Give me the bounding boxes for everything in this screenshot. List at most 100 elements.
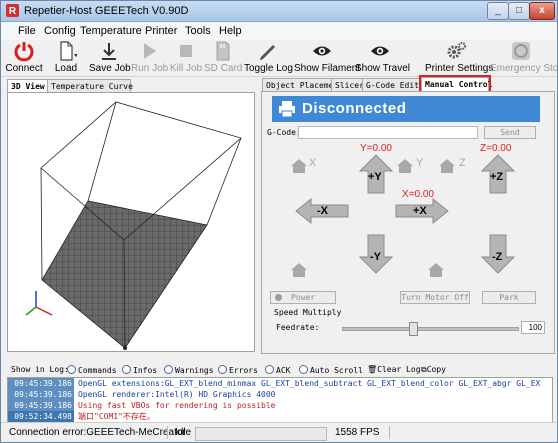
emergency-stop-button[interactable]: Emergency Stop	[490, 40, 557, 76]
warnings-toggle[interactable]: Warnings	[164, 365, 214, 375]
download-icon	[102, 43, 116, 60]
emergency-stop-icon	[512, 42, 530, 60]
log-message: OpenGL renderer:Intel(R) HD Graphics 400…	[78, 390, 276, 399]
power-icon	[14, 42, 34, 62]
title-bar[interactable]: R Repetier-Host GEEETech V0.90D _ □ x	[1, 1, 557, 22]
clear-log-button[interactable]: 🗑Clear Log	[367, 365, 421, 374]
status-text: Disconnected	[302, 100, 407, 117]
infos-toggle[interactable]: Infos	[122, 365, 157, 375]
plus-z-button[interactable]: +Z	[481, 154, 515, 194]
connection-status: Connection error:GEEETech-MeCreator	[9, 427, 186, 438]
toggle-log-button[interactable]: Toggle Log	[244, 40, 293, 76]
gcode-input[interactable]	[298, 126, 478, 139]
play-icon	[144, 43, 156, 59]
log-time: 09:45:39.186	[8, 389, 74, 400]
show-filament-button[interactable]: Show Filament	[294, 40, 360, 76]
axes-gizmo	[25, 291, 53, 316]
minus-y-button[interactable]: -Y	[359, 234, 393, 274]
maximize-button[interactable]: □	[508, 2, 530, 20]
radio-icon	[265, 365, 274, 374]
printer-icon	[279, 101, 295, 117]
log-row: 09:52:34.498 端口"COM1"不存在。	[8, 411, 552, 422]
3d-view-canvas[interactable]	[7, 92, 255, 352]
feedrate-slider-thumb[interactable]	[409, 322, 418, 336]
print-bed-wireframe	[25, 101, 242, 350]
feedrate-label: Feedrate:	[276, 323, 320, 332]
menu-printer[interactable]: Printer	[145, 25, 177, 37]
park-button[interactable]: Park	[482, 291, 536, 304]
radio-icon	[122, 365, 131, 374]
gear-icon	[447, 42, 466, 59]
fps-counter: 1558 FPS	[335, 427, 380, 438]
log-list[interactable]: 09:45:39.186 OpenGL extensions:GL_EXT_bl…	[7, 377, 553, 423]
log-time: 09:52:34.498	[8, 411, 74, 422]
printer-settings-button[interactable]: Printer Settings	[425, 40, 493, 76]
minimize-button[interactable]: _	[487, 2, 509, 20]
close-button[interactable]: x	[529, 2, 555, 20]
errors-toggle[interactable]: Errors	[218, 365, 258, 375]
x-axis-label: X	[309, 157, 317, 169]
power-led-icon	[275, 294, 282, 301]
show-travel-button[interactable]: Show Travel	[355, 40, 410, 76]
show-in-log-label: Show in Log:	[11, 365, 69, 374]
menu-temperature[interactable]: Temperature	[80, 25, 142, 37]
power-button[interactable]: Power	[270, 291, 336, 304]
sd-card-button[interactable]: SD Card	[204, 40, 242, 76]
log-filter-bar: Show in Log: Commands Infos Warnings Err…	[1, 363, 557, 377]
log-message: 端口"COM1"不存在。	[78, 412, 155, 421]
tab-slicer[interactable]: Slicer	[331, 78, 365, 92]
minus-z-button[interactable]: -Z	[481, 234, 515, 274]
svg-text:R: R	[9, 6, 17, 17]
load-button[interactable]: Load	[49, 40, 83, 76]
auto-scroll-toggle[interactable]: Auto Scroll	[299, 365, 363, 375]
copy-button[interactable]: ⧉Copy	[421, 365, 446, 375]
ack-toggle[interactable]: ACK	[265, 365, 290, 375]
menu-help[interactable]: Help	[219, 25, 242, 37]
tab-temperature-curve[interactable]: Temperature Curve	[47, 79, 133, 93]
radio-icon	[218, 365, 227, 374]
menu-config[interactable]: Config	[44, 25, 76, 37]
menu-bar: File Config Temperature Printer Tools He…	[1, 22, 557, 40]
app-icon: R	[6, 4, 19, 17]
tab-manual-control[interactable]: Manual Control	[419, 75, 492, 94]
z-position: Z=0.00	[480, 143, 512, 154]
status-bar: Connection error:GEEETech-MeCreator Idle…	[1, 422, 557, 442]
kill-job-button[interactable]: Kill Job	[169, 40, 203, 76]
send-button[interactable]: Send	[484, 126, 536, 139]
plus-x-button[interactable]: +X	[395, 198, 449, 224]
save-job-button[interactable]: Save Job	[89, 40, 131, 76]
sd-card-icon	[216, 41, 230, 61]
run-job-button[interactable]: Run Job	[131, 40, 168, 76]
y-axis-label: Y	[416, 157, 424, 169]
tab-object-placement[interactable]: Object Placement	[262, 78, 343, 92]
turn-motor-off-button[interactable]: Turn Motor Off	[400, 291, 470, 304]
tab-gcode-editor[interactable]: G-Code Editor	[362, 78, 429, 92]
status-separator	[389, 426, 390, 439]
plus-y-button[interactable]: +Y	[359, 154, 393, 194]
y-position: Y=0.00	[360, 143, 392, 154]
radio-icon	[67, 365, 76, 374]
home-y-icon	[397, 159, 413, 173]
eye-icon	[371, 46, 389, 56]
minus-x-button[interactable]: -X	[295, 198, 349, 224]
pencil-icon	[260, 45, 275, 60]
menu-tools[interactable]: Tools	[185, 25, 211, 37]
manual-control-panel: Disconnected G-Code: Send X Y Z Y=0.00 Z…	[261, 91, 555, 354]
connect-button[interactable]: Connect	[4, 40, 44, 76]
toolbar: Connect Load Save Job Run Job Kill Job S…	[1, 40, 557, 77]
home-x-icon	[291, 159, 307, 173]
connection-status-banner: Disconnected	[272, 96, 540, 122]
log-time: 09:45:39.186	[8, 400, 74, 411]
speed-multiply-label: Speed Multiply	[274, 308, 342, 317]
printer-state: Idle	[175, 427, 192, 438]
feedrate-value[interactable]: 100	[521, 321, 545, 334]
commands-toggle[interactable]: Commands	[67, 365, 117, 375]
z-axis-label: Z	[459, 157, 466, 169]
home-z-icon	[439, 159, 455, 173]
feedrate-slider[interactable]	[342, 322, 519, 336]
menu-file[interactable]: File	[18, 25, 36, 37]
log-row: 09:45:39.186 OpenGL renderer:Intel(R) HD…	[8, 389, 552, 400]
main-window: R Repetier-Host GEEETech V0.90D _ □ x Fi…	[0, 0, 558, 443]
gcode-label: G-Code:	[267, 128, 301, 137]
file-icon	[60, 41, 77, 61]
